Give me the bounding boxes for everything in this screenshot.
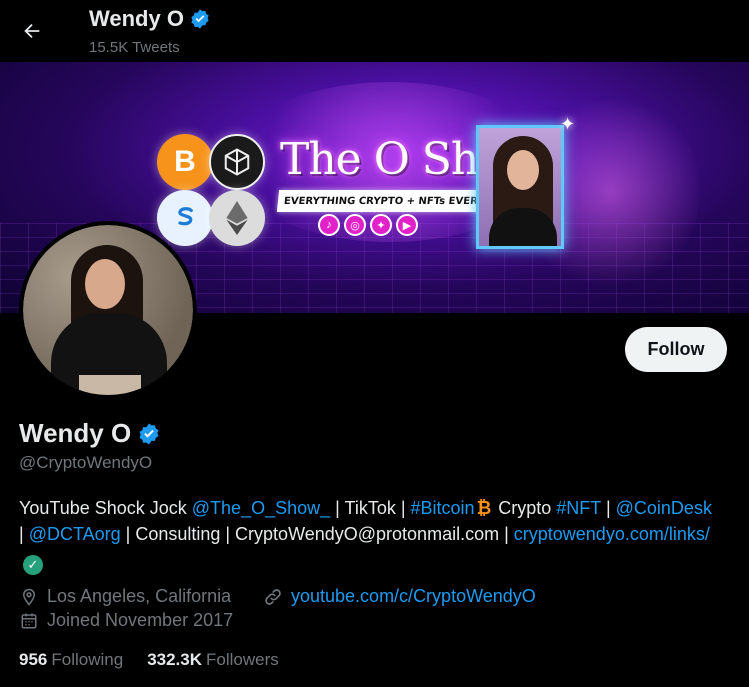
- bio-mention-coindesk[interactable]: @CoinDesk: [616, 498, 712, 518]
- bio-link[interactable]: cryptowendyo.com/links/: [514, 524, 710, 544]
- top-bar: Wendy O 15.5K Tweets: [0, 0, 749, 62]
- bio-text: | TikTok |: [330, 498, 411, 518]
- followers-link[interactable]: 332.3K Followers: [147, 650, 279, 670]
- website-link[interactable]: youtube.com/c/CryptoWendyO: [291, 586, 536, 607]
- back-button[interactable]: [14, 13, 50, 49]
- bio-text: |: [19, 524, 29, 544]
- bio-text: YouTube Shock Jock: [19, 498, 192, 518]
- followers-label: Followers: [206, 650, 279, 669]
- following-count: 956: [19, 650, 48, 669]
- calendar-icon: [19, 611, 39, 631]
- location-pin-icon: [19, 587, 39, 607]
- bio-text: Crypto: [493, 498, 557, 518]
- location-text: Los Angeles, California: [47, 586, 232, 606]
- profile-location: Los Angeles, California: [19, 586, 231, 607]
- arrow-left-icon: [24, 23, 40, 39]
- header-name: Wendy O: [89, 6, 184, 31]
- verified-badge-icon: [191, 9, 209, 29]
- joined-text: Joined November 2017: [47, 610, 234, 630]
- profile-bio: YouTube Shock Jock @The_O_Show_ | TikTok…: [19, 495, 719, 575]
- sparkle-icon: ✦: [560, 114, 576, 134]
- bitcoin-emoji-icon: ₿: [476, 498, 492, 518]
- profile-name: Wendy O: [19, 418, 132, 448]
- verified-badge-icon[interactable]: [137, 422, 161, 446]
- banner-photo: [476, 125, 564, 249]
- cube-coin-icon: [209, 134, 265, 190]
- twitter-icon: ✦: [370, 214, 392, 236]
- tiktok-icon: ♪: [318, 214, 340, 236]
- follow-button[interactable]: Follow: [625, 327, 727, 372]
- following-label: Following: [51, 650, 124, 669]
- ethereum-coin-icon: [209, 190, 265, 246]
- bio-mention-dctaorg[interactable]: @DCTAorg: [29, 524, 121, 544]
- following-link[interactable]: 956 Following: [19, 650, 123, 670]
- check-mark-icon: ✓: [23, 555, 43, 575]
- youtube-icon: ▶: [396, 214, 418, 236]
- swap-coin-icon: [157, 190, 213, 246]
- profile-name-row: Wendy O: [19, 418, 161, 449]
- bio-text: | Consulting | CryptoWendyO@protonmail.c…: [120, 524, 514, 544]
- bio-hashtag-bitcoin[interactable]: #Bitcoin: [411, 498, 475, 518]
- instagram-icon: ◎: [344, 214, 366, 236]
- link-icon: [263, 587, 283, 607]
- bio-hashtag-nft[interactable]: #NFT: [556, 498, 601, 518]
- followers-count: 332.3K: [147, 650, 203, 669]
- bio-text: |: [600, 498, 616, 518]
- bitcoin-coin-icon: B: [157, 134, 213, 190]
- profile-handle: @CryptoWendyO: [19, 453, 153, 472]
- banner-social-icons: ♪ ◎ ✦ ▶: [318, 214, 418, 236]
- profile-joined: Joined November 2017: [19, 610, 233, 631]
- avatar[interactable]: [19, 221, 197, 399]
- tweet-count: 15.5K Tweets: [89, 39, 180, 56]
- header-name-row: Wendy O: [89, 6, 211, 32]
- bio-mention-the-o-show[interactable]: @The_O_Show_: [192, 498, 330, 518]
- profile-website: youtube.com/c/CryptoWendyO: [263, 586, 536, 607]
- profile-stats: 956 Following 332.3K Followers: [19, 650, 279, 670]
